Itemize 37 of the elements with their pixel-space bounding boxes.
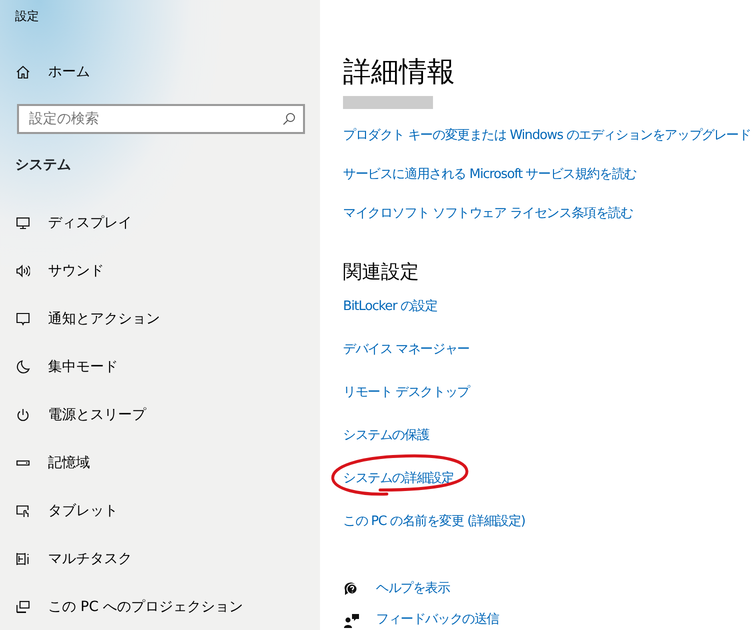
tablet-icon	[16, 504, 30, 518]
link[interactable]: リモート デスクトップ	[343, 385, 470, 400]
link[interactable]: この PC の名前を変更 (詳細設定)	[343, 514, 526, 529]
section-heading: 関連設定	[343, 260, 420, 285]
feedback-icon[interactable]	[343, 612, 360, 628]
link[interactable]: システムの保護	[343, 428, 430, 443]
sidebar-item[interactable]: マルチタスク	[15, 547, 303, 571]
sidebar-item[interactable]: この PC へのプロジェクション	[15, 595, 303, 619]
moon-icon	[16, 360, 30, 374]
link[interactable]: デバイス マネージャー	[343, 342, 470, 357]
message-icon	[16, 312, 30, 326]
sidebar-item[interactable]: 通知とアクション	[15, 307, 303, 331]
link[interactable]: サービスに適用される Microsoft サービス規約を読む	[343, 165, 636, 185]
projection-icon	[16, 600, 30, 614]
link[interactable]: フィードバックの送信	[376, 610, 500, 630]
link[interactable]: BitLocker の設定	[343, 299, 438, 314]
sidebar-item[interactable]: タブレット	[15, 499, 303, 523]
sidebar-item[interactable]: ディスプレイ	[15, 211, 303, 235]
link[interactable]: マイクロソフト ソフトウェア ライセンス条項を読む	[343, 204, 633, 224]
page-title: 詳細情報	[343, 55, 456, 89]
sidebar-item[interactable]: 集中モード	[15, 355, 303, 379]
sidebar-item[interactable]: 電源とスリープ	[15, 403, 303, 427]
power-icon	[16, 408, 30, 422]
home-icon	[16, 65, 30, 79]
search-field[interactable]: 設定の検索	[17, 104, 305, 134]
link[interactable]: ヘルプを表示	[376, 579, 450, 599]
search-icon[interactable]	[282, 112, 296, 126]
sidebar-item[interactable]: 記憶域	[15, 451, 303, 475]
link[interactable]: プロダクト キーの変更または Windows のエディションをアップグレード	[343, 126, 751, 146]
section-heading: システム	[15, 156, 72, 175]
help-icon[interactable]	[343, 580, 360, 598]
multitask-icon	[16, 552, 30, 566]
window-title: 設定	[15, 8, 40, 25]
speaker-icon	[16, 264, 30, 278]
display-icon	[16, 216, 30, 230]
home-link[interactable]: ホーム	[15, 60, 303, 84]
sidebar-item[interactable]: サウンド	[15, 259, 303, 283]
